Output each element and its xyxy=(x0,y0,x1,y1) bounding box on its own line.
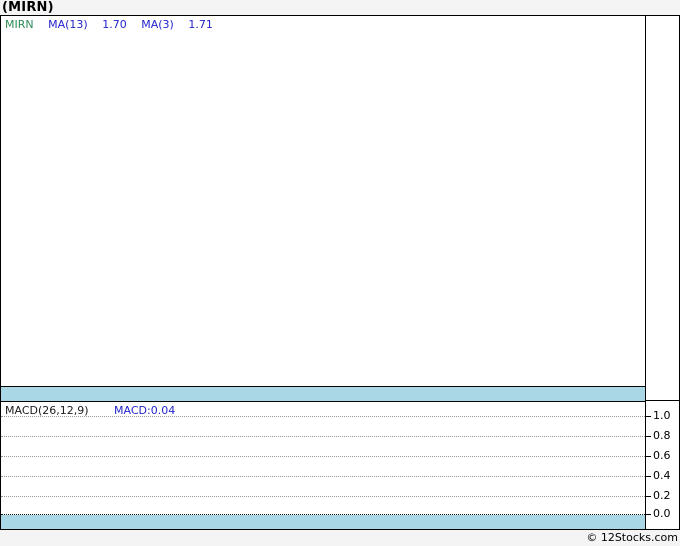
tick-mark-icon xyxy=(646,456,651,457)
macd-axis-tick-label: 0.6 xyxy=(653,449,671,462)
macd-label: MACD(26,12,9) xyxy=(5,404,89,417)
legend-symbol: MIRN xyxy=(5,18,34,31)
macd-axis-tick-label: 0.8 xyxy=(653,429,671,442)
highlight-band-price xyxy=(0,386,646,402)
highlight-band-macd xyxy=(1,515,645,529)
price-axis-area xyxy=(645,15,680,401)
macd-legend: MACD(26,12,9) MACD:0.04 xyxy=(5,404,175,417)
stock-chart-page: (MIRN) MIRN MA(13) 1.70 MA(3) 1.71 MACD(… xyxy=(0,0,680,546)
tick-mark-icon xyxy=(646,514,651,515)
macd-gridline xyxy=(1,476,645,477)
macd-axis-tick: 0.0 xyxy=(646,507,671,521)
legend-ma3-value: 1.71 xyxy=(188,18,213,31)
tick-mark-icon xyxy=(646,416,651,417)
macd-axis-tick: 0.6 xyxy=(646,449,671,463)
macd-axis-tick: 0.8 xyxy=(646,429,671,443)
tick-mark-icon xyxy=(646,476,651,477)
macd-axis-tick-label: 0.0 xyxy=(653,507,671,520)
price-chart-panel: MIRN MA(13) 1.70 MA(3) 1.71 xyxy=(0,15,646,387)
legend-ma13-label: MA(13) xyxy=(48,18,88,31)
macd-axis-tick: 1.0 xyxy=(646,409,671,423)
macd-gridline xyxy=(1,436,645,437)
chart-title: (MIRN) xyxy=(2,0,54,15)
tick-mark-icon xyxy=(646,496,651,497)
credit-text: © 12Stocks.com xyxy=(586,531,678,544)
legend-ma13-value: 1.70 xyxy=(102,18,127,31)
macd-axis-tick-label: 1.0 xyxy=(653,409,671,422)
footer: © 12Stocks.com xyxy=(0,530,680,546)
macd-axis-tick-label: 0.2 xyxy=(653,489,671,502)
macd-value: MACD:0.04 xyxy=(114,404,176,417)
macd-axis-tick: 0.4 xyxy=(646,469,671,483)
tick-mark-icon xyxy=(646,436,651,437)
macd-gridline xyxy=(1,496,645,497)
price-legend: MIRN MA(13) 1.70 MA(3) 1.71 xyxy=(5,18,213,31)
macd-axis-tick-label: 0.4 xyxy=(653,469,671,482)
macd-panel: MACD(26,12,9) MACD:0.04 xyxy=(0,401,646,530)
macd-axis-area: 1.0 0.8 0.6 0.4 0.2 0.0 xyxy=(645,400,680,530)
macd-axis-tick: 0.2 xyxy=(646,489,671,503)
macd-gridline xyxy=(1,456,645,457)
legend-ma3-label: MA(3) xyxy=(141,18,174,31)
